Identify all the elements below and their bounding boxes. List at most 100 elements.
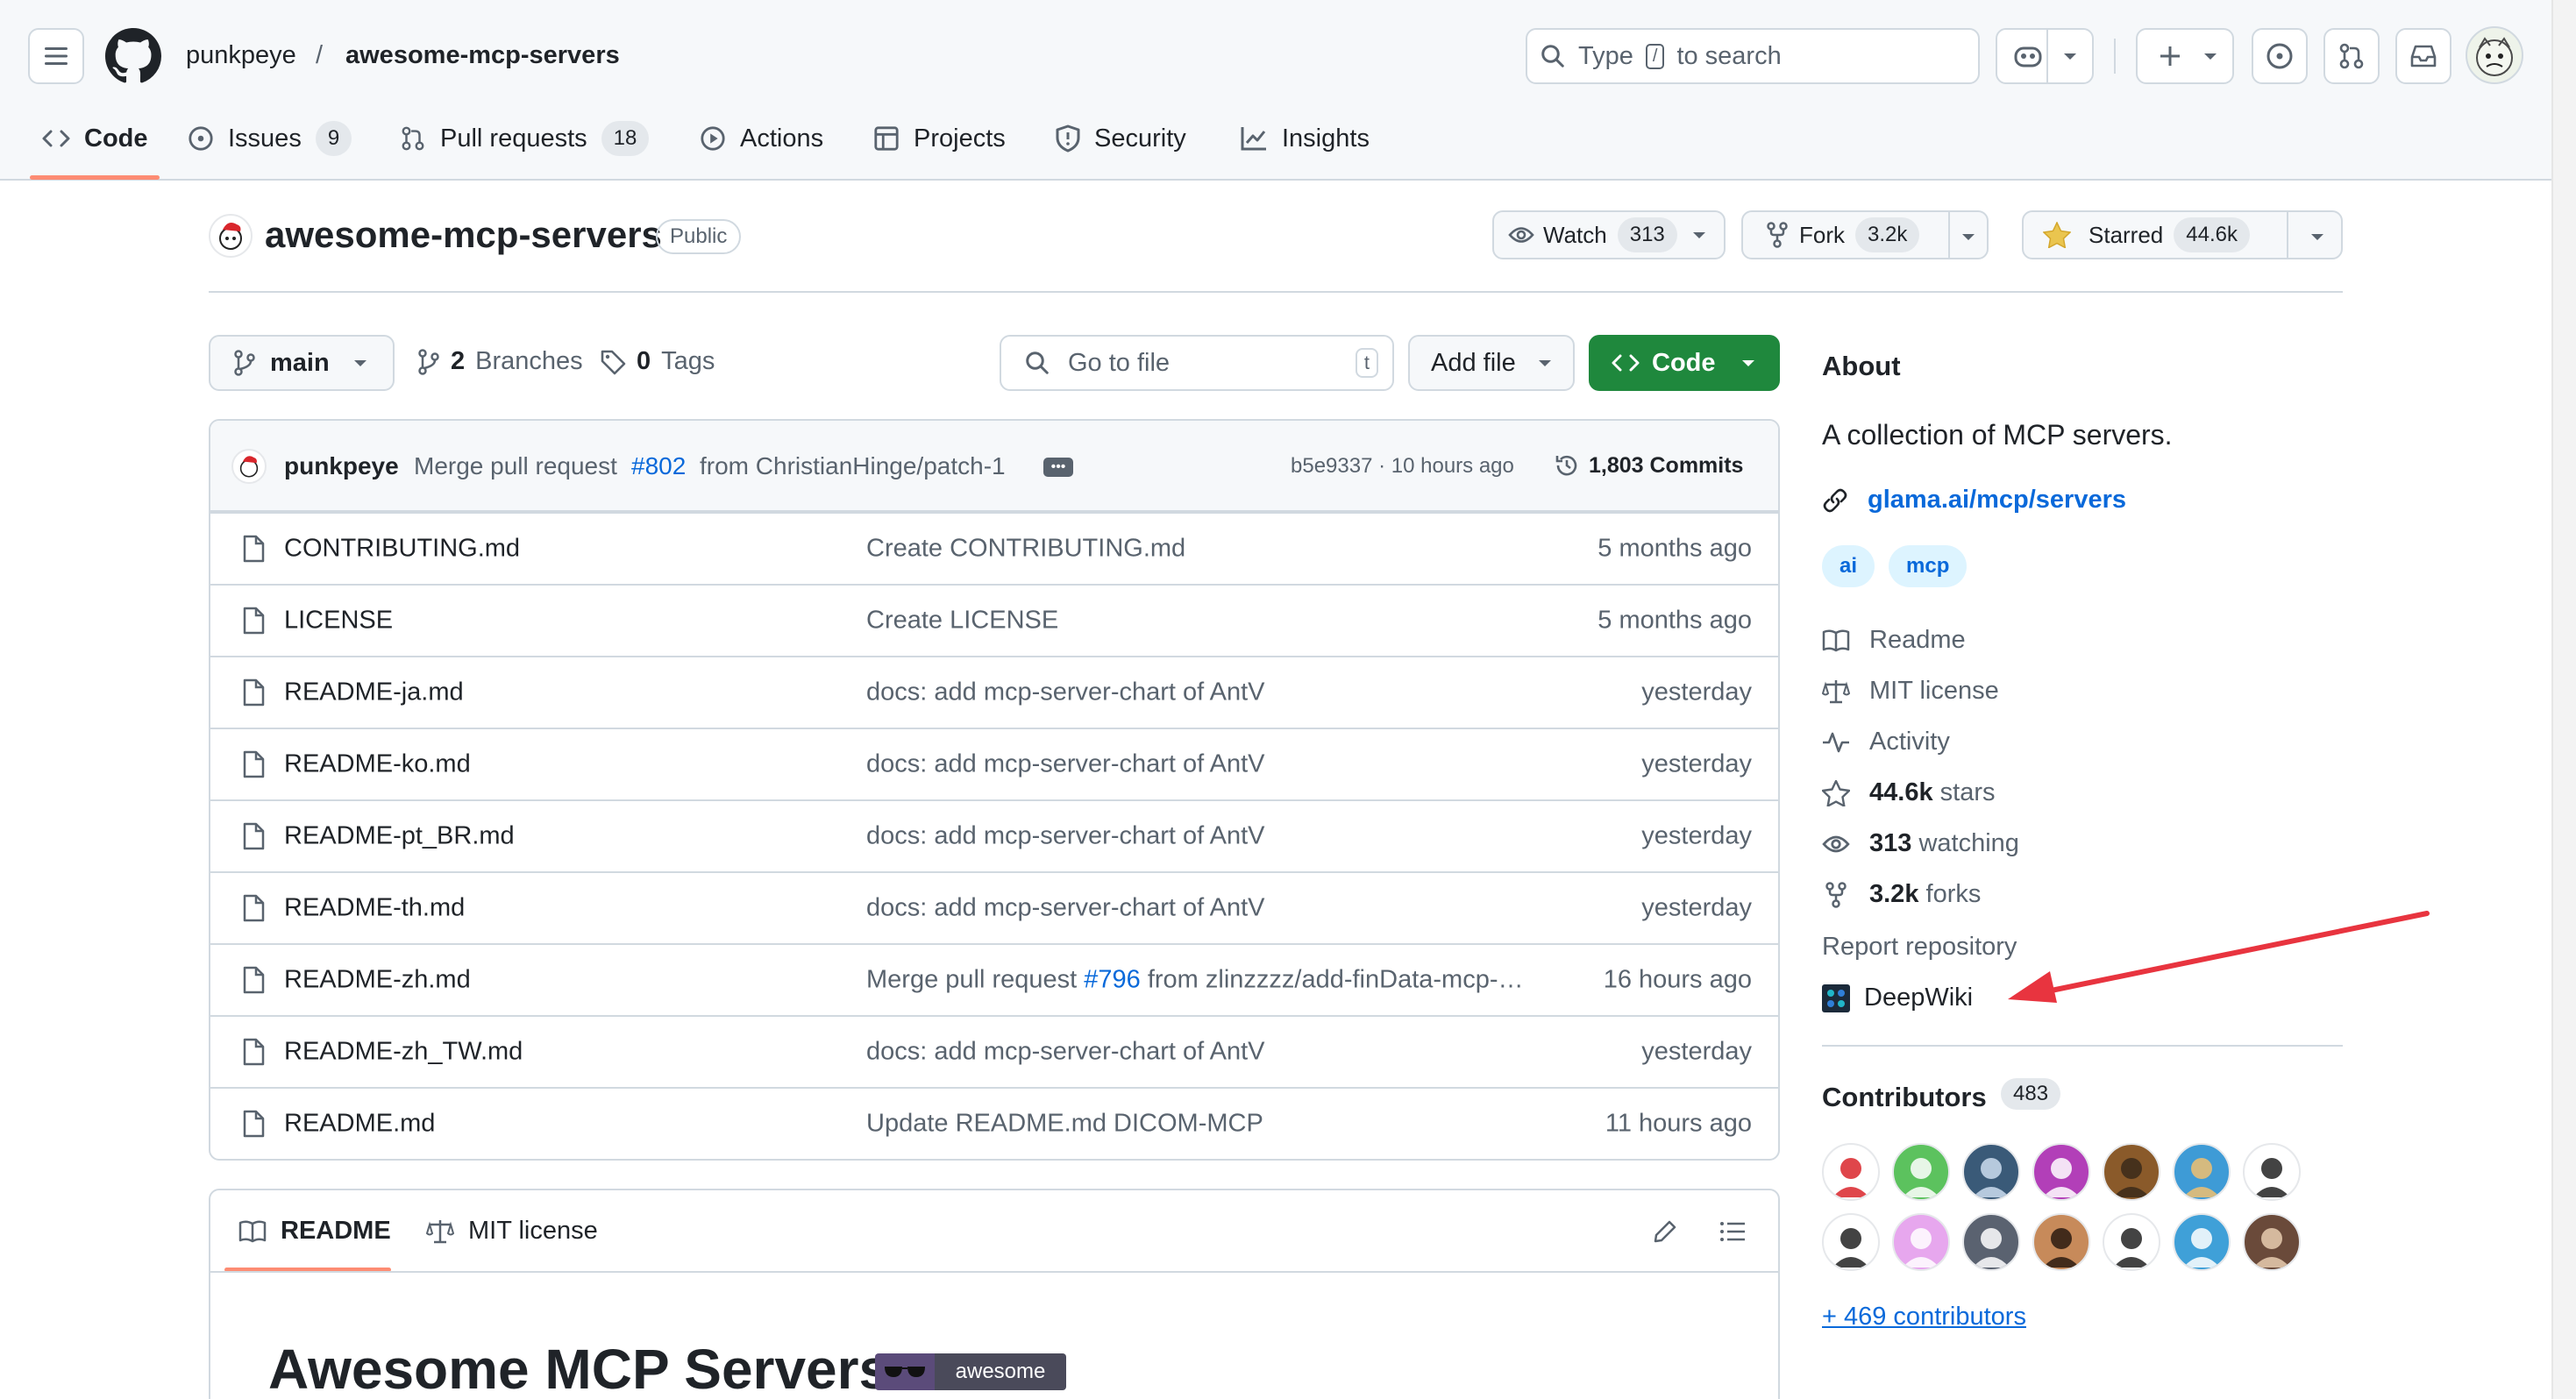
branches-link[interactable]: 2 Branches	[417, 347, 583, 376]
commit-author-avatar[interactable]	[231, 449, 267, 484]
contributors-title[interactable]: Contributors	[1822, 1083, 1987, 1111]
contributor-avatar[interactable]	[2103, 1143, 2160, 1201]
tab-insights[interactable]: Insights	[1240, 121, 1370, 156]
readme-link[interactable]: Readme	[1822, 626, 1966, 655]
file-commit-pr-link[interactable]: #796	[1084, 966, 1141, 994]
file-row[interactable]: README-pt_BR.md docs: add mcp-server-char…	[210, 799, 1778, 871]
contributor-avatar[interactable]	[2173, 1213, 2231, 1271]
page-scrollbar[interactable]	[2551, 0, 2576, 1399]
forks-link[interactable]: 3.2k forks	[1822, 880, 1981, 909]
file-name[interactable]: README-th.md	[284, 894, 465, 923]
watching-link[interactable]: 313 watching	[1822, 829, 2019, 858]
file-name[interactable]: README-zh_TW.md	[284, 1038, 523, 1067]
file-name[interactable]: README.md	[284, 1110, 435, 1139]
contributor-avatar[interactable]	[1822, 1213, 1880, 1271]
breadcrumb-owner[interactable]: punkpeye	[186, 43, 296, 68]
file-name[interactable]: CONTRIBUTING.md	[284, 535, 520, 564]
file-row[interactable]: README-zh_TW.md docs: add mcp-server-char…	[210, 1015, 1778, 1087]
branch-selector[interactable]: main	[209, 335, 395, 391]
file-commit-message[interactable]: Create CONTRIBUTING.md	[866, 535, 1185, 564]
contributor-avatar[interactable]	[2243, 1213, 2301, 1271]
tab-pull-requests[interactable]: Pull requests 18	[400, 121, 650, 156]
file-name[interactable]: README-ko.md	[284, 750, 471, 779]
file-icon	[243, 1110, 265, 1138]
github-logo-icon[interactable]	[105, 28, 161, 84]
file-commit-message[interactable]: Create LICENSE	[866, 607, 1058, 636]
owner-avatar[interactable]	[209, 214, 253, 258]
file-name[interactable]: README-ja.md	[284, 678, 464, 707]
pencil-icon[interactable]	[1652, 1218, 1678, 1245]
tab-security[interactable]: Security	[1056, 121, 1186, 156]
commit-author[interactable]: punkpeye	[284, 454, 399, 479]
menu-button[interactable]	[28, 28, 84, 84]
tab-code[interactable]: Code	[42, 121, 148, 156]
code-button[interactable]: Code	[1589, 335, 1780, 391]
file-commit-message[interactable]: Update README.md DICOM-MCP	[866, 1110, 1263, 1139]
commit-message-suffix[interactable]: from ChristianHinge/patch-1	[700, 454, 1006, 479]
file-commit-message[interactable]: docs: add mcp-server-chart of AntV	[866, 894, 1265, 923]
inbox-button[interactable]	[2395, 28, 2451, 84]
contributor-avatar[interactable]	[2243, 1143, 2301, 1201]
topic-ai[interactable]: ai	[1822, 545, 1875, 587]
commit-meta[interactable]: b5e9337 · 10 hours ago	[1291, 456, 1514, 477]
license-link[interactable]: MIT license	[1822, 677, 1999, 706]
file-commit-message[interactable]: Merge pull request #796 from zlinzzzz/ad…	[866, 966, 1523, 995]
global-search-input[interactable]: Type / to search	[1526, 28, 1980, 84]
star-button[interactable]: Starred 44.6k	[2022, 210, 2343, 259]
file-row[interactable]: LICENSE Create LICENSE 5 months ago	[210, 584, 1778, 656]
readme-tab[interactable]: README	[238, 1217, 391, 1246]
contributor-avatar[interactable]	[2103, 1213, 2160, 1271]
commits-link[interactable]: 1,803 Commits	[1554, 452, 1743, 479]
report-repository-link[interactable]: Report repository	[1822, 934, 2017, 960]
contributor-avatar[interactable]	[1962, 1143, 2020, 1201]
repo-title[interactable]: awesome-mcp-servers	[265, 217, 662, 253]
file-commit-message[interactable]: docs: add mcp-server-chart of AntV	[866, 822, 1265, 851]
file-name[interactable]: README-zh.md	[284, 966, 471, 995]
tab-projects[interactable]: Projects	[873, 121, 1006, 156]
fork-button[interactable]: Fork 3.2k	[1741, 210, 1989, 259]
tags-link[interactable]: 0 Tags	[600, 347, 715, 376]
file-name[interactable]: README-pt_BR.md	[284, 822, 515, 851]
file-row[interactable]: README-zh.md Merge pull request #796 from…	[210, 943, 1778, 1015]
issues-nav-button[interactable]	[2252, 28, 2308, 84]
license-tab[interactable]: MIT license	[426, 1217, 598, 1246]
file-row[interactable]: README-th.md docs: add mcp-server-chart o…	[210, 871, 1778, 943]
activity-link[interactable]: Activity	[1822, 728, 1950, 756]
copilot-button[interactable]	[1996, 28, 2094, 84]
file-row[interactable]: README.md Update README.md DICOM-MCP 11 ho…	[210, 1087, 1778, 1159]
user-avatar[interactable]	[2466, 26, 2523, 84]
contributor-avatar[interactable]	[1962, 1213, 2020, 1271]
contributor-avatar[interactable]	[1892, 1213, 1950, 1271]
breadcrumb-repo[interactable]: awesome-mcp-servers	[345, 43, 620, 68]
file-commit-message[interactable]: docs: add mcp-server-chart of AntV	[866, 750, 1265, 779]
file-name[interactable]: LICENSE	[284, 607, 393, 636]
deepwiki-link[interactable]: DeepWiki	[1822, 984, 1973, 1012]
contributor-avatar[interactable]	[2173, 1143, 2231, 1201]
more-contributors-link[interactable]: + 469 contributors	[1822, 1304, 2026, 1330]
watch-button[interactable]: Watch 313	[1492, 210, 1726, 259]
create-new-button[interactable]	[2136, 28, 2234, 84]
file-row[interactable]: CONTRIBUTING.md Create CONTRIBUTING.md 5 m…	[210, 512, 1778, 584]
stars-link[interactable]: 44.6k stars	[1822, 778, 1995, 807]
contributor-avatar[interactable]	[2032, 1143, 2090, 1201]
file-row[interactable]: README-ko.md docs: add mcp-server-chart o…	[210, 728, 1778, 799]
file-commit-message[interactable]: docs: add mcp-server-chart of AntV	[866, 1038, 1265, 1067]
commit-message-prefix[interactable]: Merge pull request	[414, 454, 617, 479]
list-unordered-icon[interactable]	[1719, 1218, 1747, 1245]
commit-pr-link[interactable]: #802	[631, 454, 686, 479]
awesome-badge[interactable]: awesome	[875, 1353, 1066, 1390]
contributor-avatar[interactable]	[1892, 1143, 1950, 1201]
tab-issues[interactable]: Issues 9	[188, 121, 352, 156]
contributor-avatar[interactable]	[1822, 1143, 1880, 1201]
file-row[interactable]: README-ja.md docs: add mcp-server-chart o…	[210, 656, 1778, 728]
contributor-avatar[interactable]	[2032, 1213, 2090, 1271]
add-file-button[interactable]: Add file	[1408, 335, 1575, 391]
file-commit-message[interactable]: docs: add mcp-server-chart of AntV	[866, 678, 1265, 707]
go-to-file-input[interactable]: Go to file t	[1000, 335, 1394, 391]
expand-commit-button[interactable]: •••	[1043, 458, 1073, 477]
tab-actions[interactable]: Actions	[700, 121, 823, 156]
pull-requests-nav-button[interactable]	[2323, 28, 2380, 84]
star-count: 44.6k	[2174, 217, 2250, 252]
homepage-link[interactable]: glama.ai/mcp/servers	[1822, 486, 2126, 515]
topic-mcp[interactable]: mcp	[1889, 545, 1968, 587]
